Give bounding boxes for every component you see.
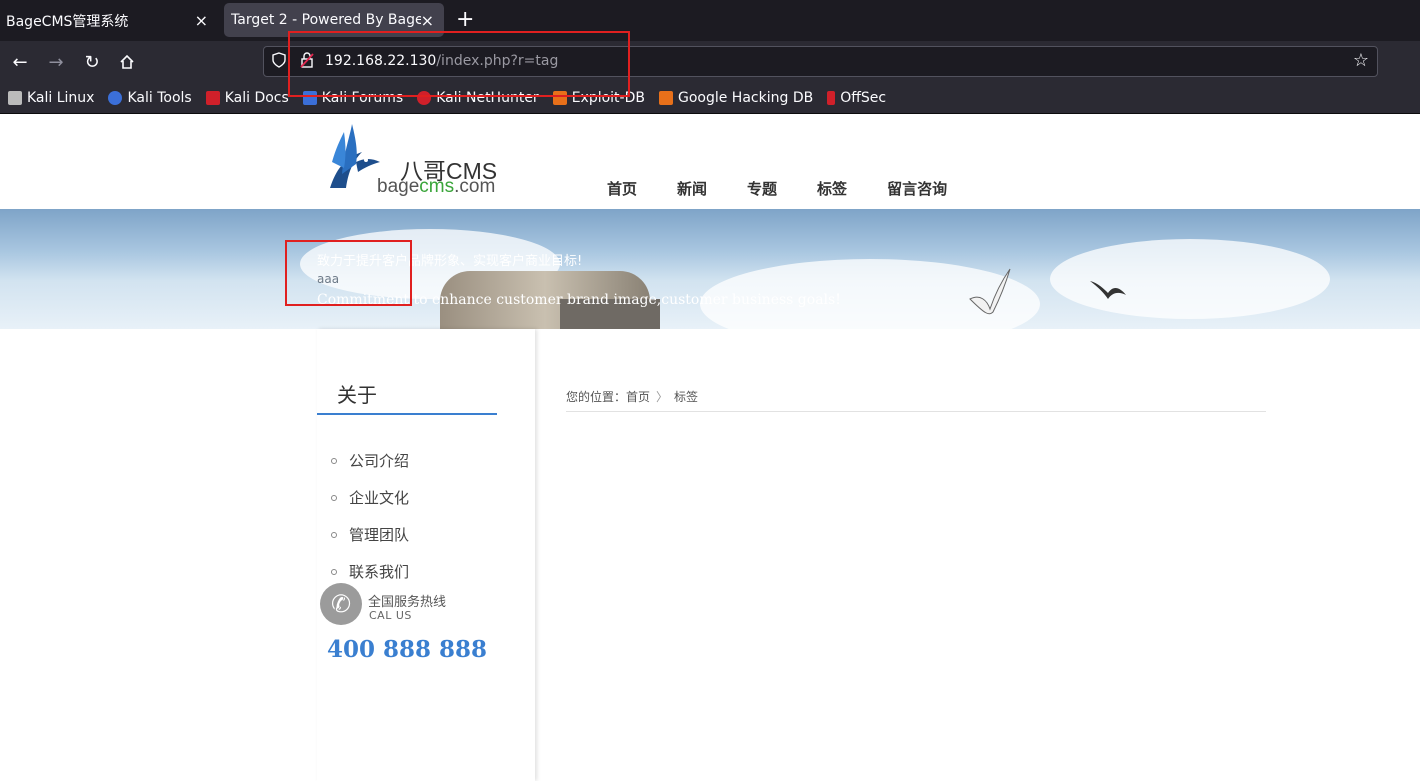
nav-home[interactable]: 首页 xyxy=(607,178,637,199)
bullet-icon xyxy=(331,568,337,575)
insecure-lock-icon[interactable] xyxy=(300,52,314,72)
bullet-icon xyxy=(331,531,337,538)
browser-nav-bar: ← → ↻ 192.168.22.130/index.php?r=tag ☆ xyxy=(0,41,1420,83)
sidebar-item-label: 公司介绍 xyxy=(349,452,410,470)
bookmark-label: Kali Forums xyxy=(321,90,404,106)
bullet-icon xyxy=(331,457,337,464)
bookmark-kali-forums[interactable]: Kali Forums xyxy=(302,90,404,106)
nav-tags[interactable]: 标签 xyxy=(817,178,847,199)
reload-icon[interactable]: ↻ xyxy=(79,49,105,75)
bookmark-label: Exploit-DB xyxy=(571,90,645,106)
browser-tab-bar: BageCMS管理系统 × Target 2 - Powered By Bage… xyxy=(0,0,1420,41)
kali-docs-icon xyxy=(205,91,220,105)
ghdb-icon xyxy=(658,91,673,105)
breadcrumb-prefix: 您的位置： xyxy=(566,390,627,404)
kali-tools-icon xyxy=(108,91,123,105)
sidebar-title-underline xyxy=(317,413,497,415)
exploit-db-icon xyxy=(552,91,567,105)
nav-news[interactable]: 新闻 xyxy=(677,178,707,199)
kali-nethunter-icon xyxy=(417,91,432,105)
hotline-label-cn: 全国服务热线 xyxy=(368,595,447,610)
sidebar-title: 关于 xyxy=(337,383,377,407)
sidebar: 关于 公司介绍 企业文化 管理团队 联系我们 ✆ 全国服务热线 CAL US 4… xyxy=(317,329,535,781)
home-icon[interactable] xyxy=(114,49,140,75)
seagull-icon xyxy=(969,268,1011,315)
tab-close-icon[interactable]: × xyxy=(421,11,434,30)
bookmark-star-icon[interactable]: ☆ xyxy=(1353,50,1369,71)
bookmark-label: Google Hacking DB xyxy=(677,90,814,106)
logo-domain-prefix: bage xyxy=(377,176,420,197)
bookmark-offsec[interactable]: OffSec xyxy=(827,90,886,106)
sidebar-list: 公司介绍 企业文化 管理团队 联系我们 xyxy=(331,442,409,590)
main-nav: 首页 新闻 专题 标签 留言咨询 xyxy=(607,178,987,199)
url-bar[interactable]: 192.168.22.130/index.php?r=tag ☆ xyxy=(263,46,1378,77)
bookmark-kali-nethunter[interactable]: Kali NetHunter xyxy=(417,90,539,106)
sidebar-item-label: 管理团队 xyxy=(349,526,410,544)
site-header: 八哥CMS bagecms.com 首页 新闻 专题 标签 留言咨询 xyxy=(0,114,1420,209)
tab-close-icon[interactable]: × xyxy=(195,11,208,30)
tab-title: BageCMS管理系统 xyxy=(6,13,129,30)
logo-domain-cms: cms xyxy=(419,176,455,197)
bookmark-google-hacking-db[interactable]: Google Hacking DB xyxy=(658,90,814,106)
sidebar-item-label: 联系我们 xyxy=(349,563,410,581)
hotline-number: 400 888 888 xyxy=(327,636,488,663)
tab-bagecms-admin[interactable]: BageCMS管理系统 × xyxy=(0,0,220,41)
breadcrumb-divider xyxy=(566,411,1266,412)
breadcrumb: 您的位置：首页〉标签 xyxy=(566,388,698,405)
tab-title: Target 2 - Powered By BageCMS xyxy=(231,12,421,28)
bookmark-kali-docs[interactable]: Kali Docs xyxy=(205,90,289,106)
web-page: 八哥CMS bagecms.com 首页 新闻 专题 标签 留言咨询 致力于提升… xyxy=(0,114,1420,781)
hotline-label-en: CAL US xyxy=(369,609,412,622)
kali-dragon-icon xyxy=(8,91,22,105)
banner-slogan-en: Commitment to enhance customer brand ima… xyxy=(317,292,841,308)
bookmark-label: Kali Linux xyxy=(27,90,95,106)
offsec-icon xyxy=(827,91,836,105)
bookmark-label: Kali Docs xyxy=(224,90,289,106)
logo-domain-suffix: .com xyxy=(454,176,496,197)
url-text[interactable]: 192.168.22.130/index.php?r=tag xyxy=(325,53,558,69)
logo-domain-text: bagecms.com xyxy=(377,176,495,198)
breadcrumb-home[interactable]: 首页 xyxy=(626,390,650,404)
bookmark-label: OffSec xyxy=(840,90,887,106)
sidebar-item-culture[interactable]: 企业文化 xyxy=(331,479,409,516)
new-tab-button[interactable]: + xyxy=(456,8,474,32)
back-arrow-icon[interactable]: ← xyxy=(7,49,33,75)
bookmark-label: Kali Tools xyxy=(127,90,192,106)
shield-icon[interactable] xyxy=(272,52,286,72)
tab-target-2[interactable]: Target 2 - Powered By BageCMS × xyxy=(224,3,444,37)
bird-logo-icon xyxy=(330,124,380,188)
site-logo[interactable]: 八哥CMS bagecms.com xyxy=(322,122,522,197)
sidebar-item-company-intro[interactable]: 公司介绍 xyxy=(331,442,409,479)
breadcrumb-current: 标签 xyxy=(674,390,699,404)
sidebar-item-team[interactable]: 管理团队 xyxy=(331,516,409,553)
bookmark-kali-linux[interactable]: Kali Linux xyxy=(8,90,94,106)
bullet-icon xyxy=(331,494,337,501)
hero-banner: 致力于提升客户品牌形象、实现客户商业目标! aaa Commitment to … xyxy=(0,209,1420,329)
url-host: 192.168.22.130 xyxy=(325,53,437,69)
breadcrumb-separator: 〉 xyxy=(656,390,669,404)
kali-forums-icon xyxy=(302,91,317,105)
url-path: /index.php?r=tag xyxy=(436,53,559,69)
bookmark-kali-tools[interactable]: Kali Tools xyxy=(108,90,192,106)
phone-icon: ✆ xyxy=(320,583,362,625)
forward-arrow-icon[interactable]: → xyxy=(43,49,69,75)
bookmark-label: Kali NetHunter xyxy=(436,90,539,106)
banner-subtext: aaa xyxy=(317,272,340,286)
bookmark-exploit-db[interactable]: Exploit-DB xyxy=(552,90,645,106)
seagull-icon xyxy=(1090,281,1126,299)
nav-guestbook[interactable]: 留言咨询 xyxy=(887,178,947,199)
bookmarks-toolbar: Kali Linux Kali Tools Kali Docs Kali For… xyxy=(0,83,1420,114)
nav-topics[interactable]: 专题 xyxy=(747,178,777,199)
sidebar-item-label: 企业文化 xyxy=(349,489,410,507)
banner-slogan-cn: 致力于提升客户品牌形象、实现客户商业目标! xyxy=(317,254,583,269)
